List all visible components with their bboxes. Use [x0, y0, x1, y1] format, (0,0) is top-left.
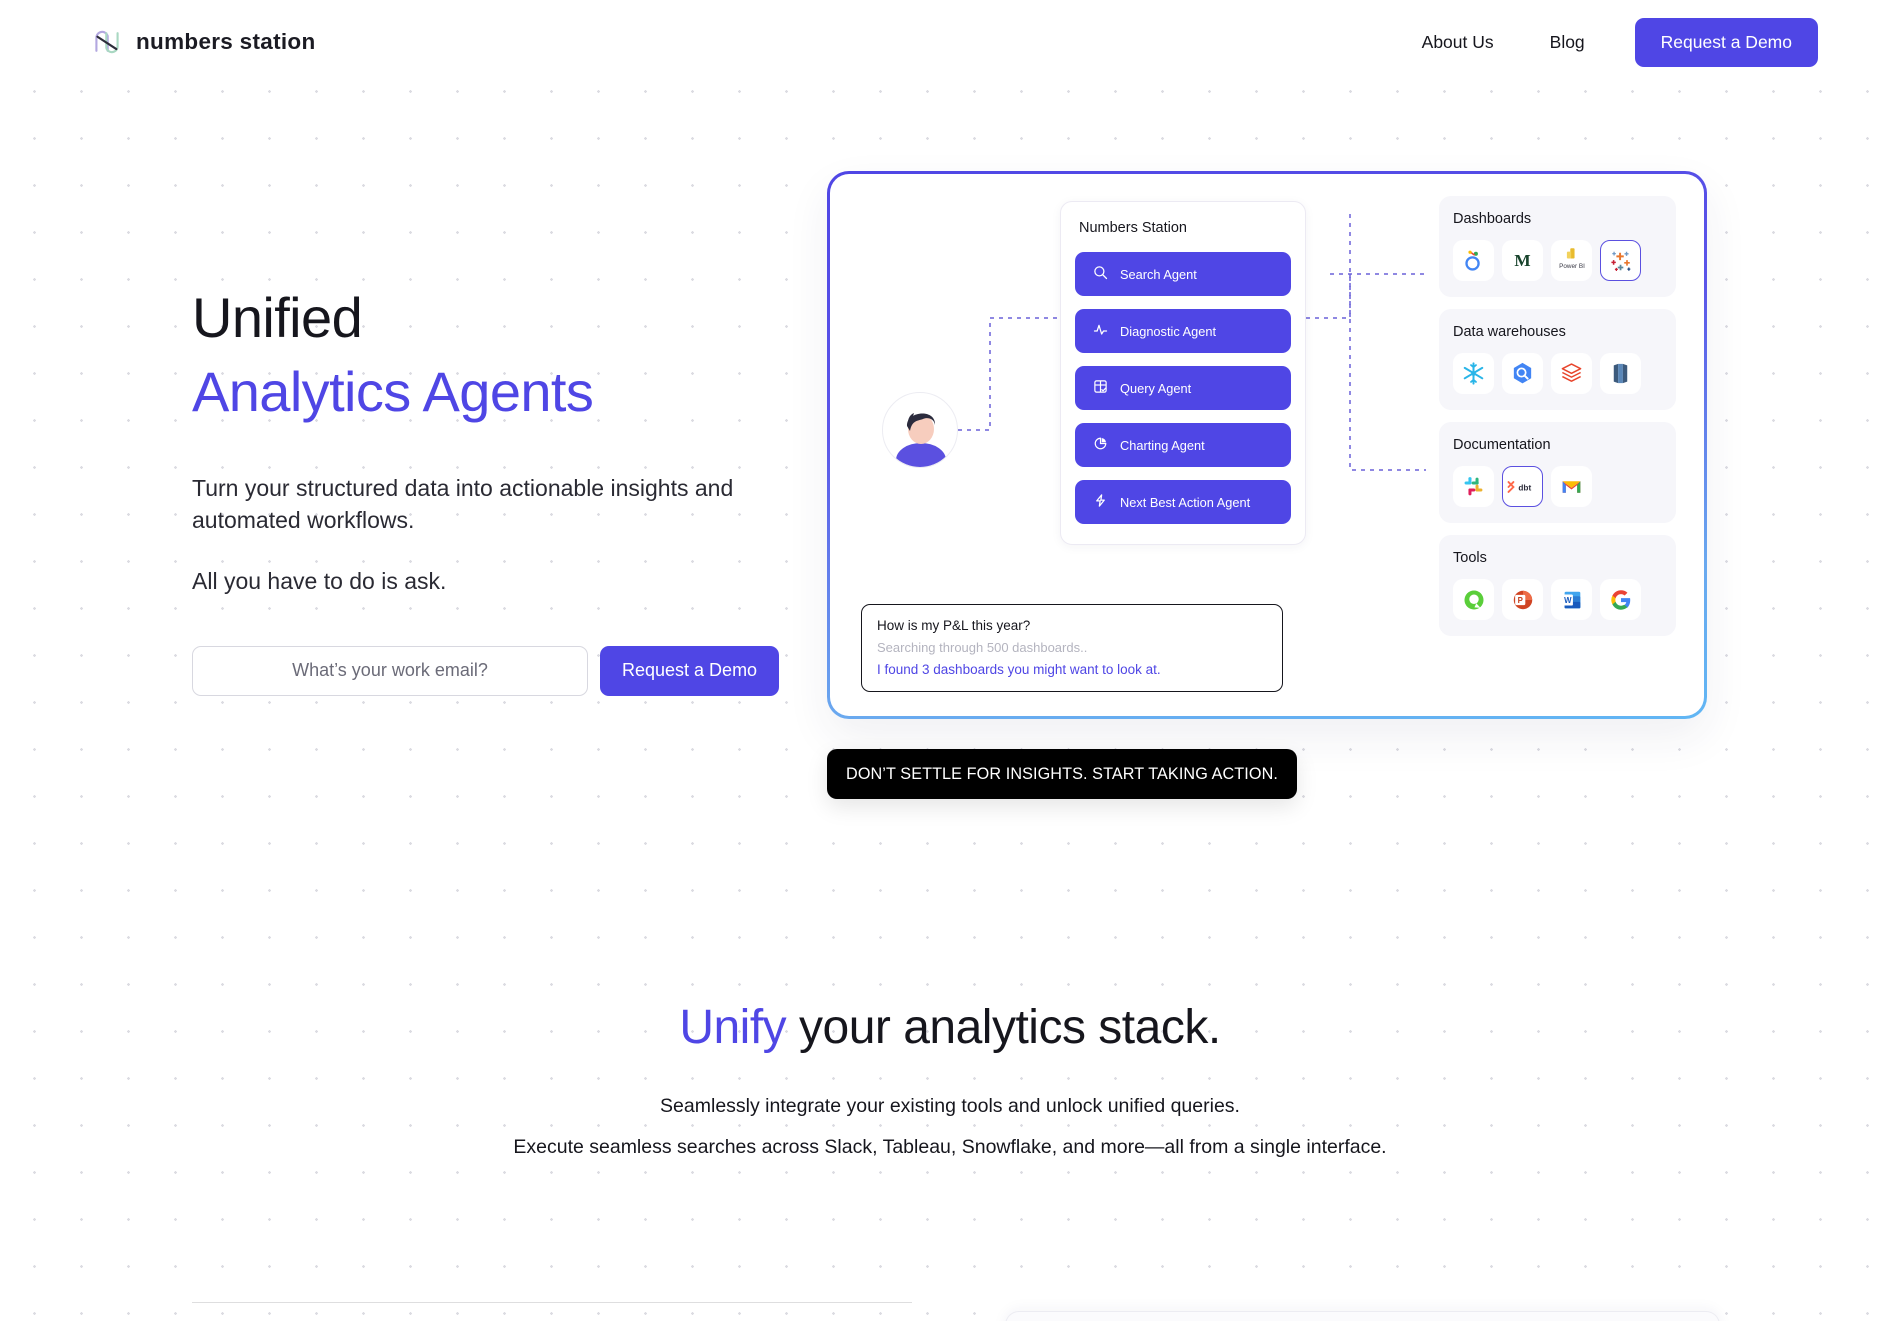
svg-text:M: M — [1514, 251, 1530, 270]
agent-next-best-action-label: Next Best Action Agent — [1120, 494, 1251, 510]
svg-text:dbt: dbt — [1518, 483, 1531, 492]
request-demo-button-hero[interactable]: Request a Demo — [600, 645, 780, 696]
agent-charting[interactable]: Charting Agent — [1075, 423, 1291, 467]
stack-tools-title: Tools — [1453, 550, 1487, 566]
teams-chat-icon[interactable] — [1453, 579, 1494, 620]
agent-search-label: Search Agent — [1120, 266, 1197, 282]
chat-bubble: How is my P&L this year? Searching throu… — [861, 604, 1283, 692]
hero-paragraph-2: All you have to do is ask. — [192, 568, 447, 595]
slack-icon[interactable] — [1453, 466, 1494, 507]
google-icon[interactable] — [1600, 579, 1641, 620]
integration-stacks: Dashboards M Power BI Data warehouses Do… — [1439, 196, 1676, 636]
chat-answer: I found 3 dashboards you might want to l… — [877, 662, 1161, 677]
nav-link-about-us[interactable]: About Us — [1394, 32, 1522, 53]
top-navigation-bar: numbers station About Us Blog Request a … — [0, 0, 1900, 84]
unify-subtitle-1: Seamlessly integrate your existing tools… — [660, 1095, 1240, 1117]
product-diagram-panel: Numbers Station Search Agent Diagnostic … — [827, 171, 1707, 719]
nav-links: About Us Blog Request a Demo — [1394, 17, 1818, 67]
search-icon — [1093, 265, 1108, 283]
tagline-banner: DON’T SETTLE FOR INSIGHTS. START TAKING … — [827, 749, 1297, 799]
lightning-icon — [1093, 493, 1108, 511]
numbers-station-card: Numbers Station Search Agent Diagnostic … — [1060, 201, 1306, 545]
stack-data-warehouses: Data warehouses — [1439, 309, 1676, 410]
request-demo-button-nav[interactable]: Request a Demo — [1634, 17, 1818, 67]
numbers-station-logo-icon — [92, 27, 122, 57]
unify-heading-accent: Unify — [679, 1001, 787, 1054]
next-section-card-peek — [1005, 1311, 1720, 1321]
unify-heading-rest: your analytics stack. — [786, 1001, 1221, 1054]
hero-title-line-1: Unified — [192, 286, 363, 349]
stack-data-warehouses-title: Data warehouses — [1453, 324, 1566, 340]
databricks-icon[interactable] — [1551, 353, 1592, 394]
email-signup-form: Request a Demo — [192, 645, 832, 696]
power-bi-icon[interactable]: Power BI — [1551, 240, 1592, 281]
dbt-icon[interactable]: dbt — [1502, 466, 1543, 507]
hero-paragraph-1: Turn your structured data into actionabl… — [192, 474, 734, 534]
redshift-icon[interactable] — [1600, 353, 1641, 394]
nav-link-blog[interactable]: Blog — [1522, 32, 1613, 53]
table-check-icon — [1093, 379, 1108, 397]
stack-dashboards: Dashboards M Power BI — [1439, 196, 1676, 297]
stack-dashboards-title: Dashboards — [1453, 211, 1532, 227]
svg-text:Power BI: Power BI — [1559, 262, 1585, 269]
brand-name: numbers station — [136, 29, 316, 54]
stack-tools-tiles: P W — [1453, 579, 1662, 620]
word-icon[interactable]: W — [1551, 579, 1592, 620]
agent-query-label: Query Agent — [1120, 380, 1192, 396]
stack-data-warehouses-tiles — [1453, 353, 1662, 394]
agent-query[interactable]: Query Agent — [1075, 366, 1291, 410]
stack-dashboards-tiles: M Power BI — [1453, 240, 1662, 281]
svg-text:W: W — [1564, 596, 1572, 605]
agent-next-best-action[interactable]: Next Best Action Agent — [1075, 480, 1291, 524]
brand-logo[interactable]: numbers station — [92, 27, 316, 57]
hero-section: Unified Analytics Agents Turn your struc… — [192, 288, 832, 696]
tableau-icon[interactable] — [1600, 240, 1641, 281]
powerpoint-icon[interactable]: P — [1502, 579, 1543, 620]
agent-search[interactable]: Search Agent — [1075, 252, 1291, 296]
agent-diagnostic-label: Diagnostic Agent — [1120, 323, 1217, 339]
product-diagram-canvas: Numbers Station Search Agent Diagnostic … — [830, 174, 1704, 716]
gmail-icon[interactable] — [1551, 466, 1592, 507]
stack-documentation-title: Documentation — [1453, 437, 1551, 453]
user-avatar-icon — [896, 413, 946, 467]
work-email-input[interactable] — [192, 645, 588, 696]
bigquery-icon[interactable] — [1502, 353, 1543, 394]
section-divider — [192, 1302, 912, 1303]
page-root: numbers station About Us Blog Request a … — [0, 0, 1900, 1321]
agent-charting-label: Charting Agent — [1120, 437, 1205, 453]
chat-question: How is my P&L this year? — [877, 618, 1031, 633]
stack-tools: Tools P W — [1439, 535, 1676, 636]
tagline-text: DON’T SETTLE FOR INSIGHTS. START TAKING … — [846, 764, 1278, 783]
unify-section: Unify your analytics stack. Seamlessly i… — [0, 1000, 1900, 1159]
unify-subtitle-2: Execute seamless searches across Slack, … — [513, 1136, 1387, 1158]
svg-text:P: P — [1517, 595, 1522, 604]
pulse-icon — [1093, 322, 1108, 340]
stack-documentation: Documentation dbt — [1439, 422, 1676, 523]
station-title: Numbers Station — [1079, 220, 1187, 236]
page-title: Unified Analytics Agents — [192, 288, 832, 422]
snowflake-icon[interactable] — [1453, 353, 1494, 394]
agent-diagnostic[interactable]: Diagnostic Agent — [1075, 309, 1291, 353]
user-avatar — [882, 392, 958, 468]
looker-icon[interactable] — [1453, 240, 1494, 281]
chat-status: Searching through 500 dashboards.. — [877, 640, 1088, 655]
hero-title-line-2: Analytics Agents — [192, 359, 594, 423]
stack-documentation-tiles: dbt — [1453, 466, 1662, 507]
metabase-icon[interactable]: M — [1502, 240, 1543, 281]
pie-chart-icon — [1093, 436, 1108, 454]
unify-heading: Unify your analytics stack. — [0, 1000, 1900, 1055]
